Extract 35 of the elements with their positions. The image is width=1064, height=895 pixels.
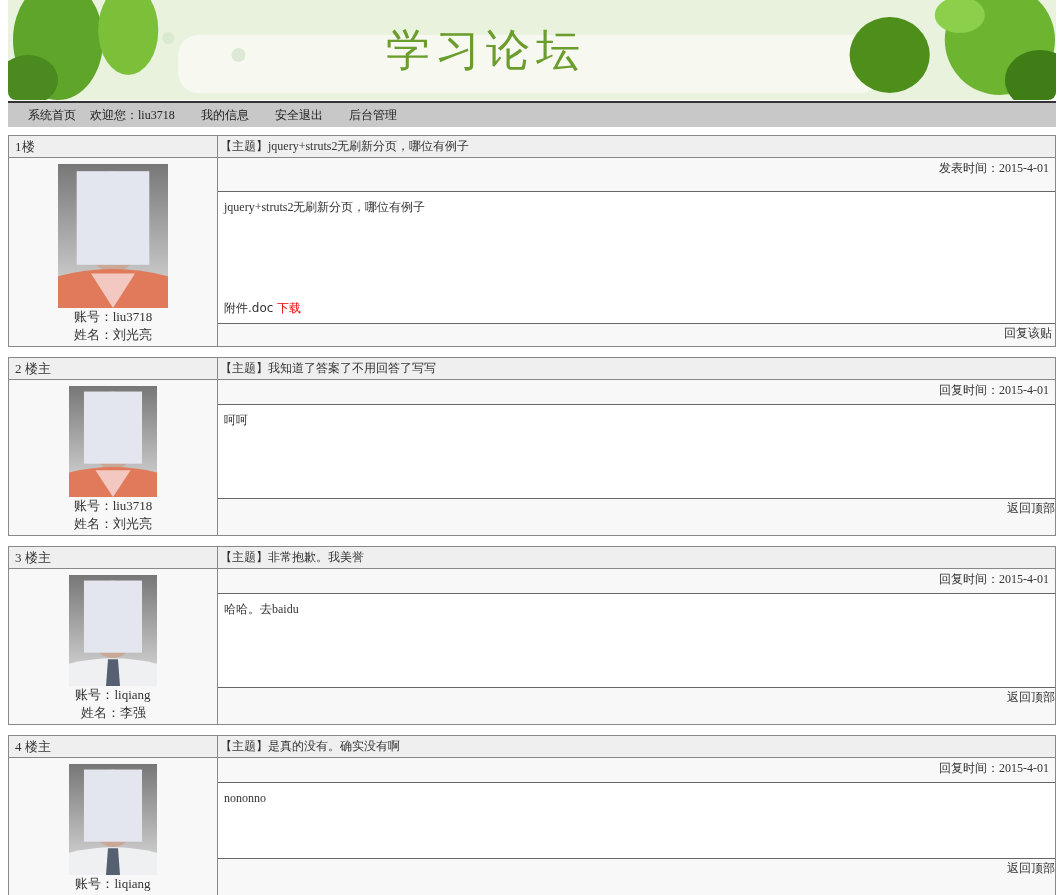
nav-link[interactable]: 我的信息 xyxy=(200,106,249,124)
back-to-top-link[interactable]: 返回顶部 xyxy=(1007,688,1055,706)
post-time: 回复时间：2015-4-01 xyxy=(939,382,1049,399)
floor-label: 3 楼主 xyxy=(9,547,218,569)
post-body: 哈哈。去baidu xyxy=(224,601,300,618)
download-link[interactable]: 下载 xyxy=(277,299,302,317)
name-label: 姓名：刘光亮 xyxy=(74,515,152,533)
attachment-name: 附件.doc xyxy=(224,300,274,317)
nav-link[interactable]: 欢迎您：liu3718 xyxy=(90,106,175,124)
back-to-top-link[interactable]: 返回顶部 xyxy=(1007,859,1055,877)
post-time: 回复时间：2015-4-01 xyxy=(939,571,1049,588)
back-to-top-link[interactable]: 返回顶部 xyxy=(1007,499,1055,517)
floor-label: 4 楼主 xyxy=(9,736,218,758)
account-label: 账号：liqiang xyxy=(75,686,151,704)
nav-link[interactable]: 安全退出 xyxy=(274,106,323,124)
post-subject: 【主题】jquery+struts2无刷新分页，哪位有例子 xyxy=(218,136,1055,158)
post-subject: 【主题】是真的没有。确实没有啊 xyxy=(218,736,1055,758)
post-body: nononno xyxy=(224,790,267,807)
post-time: 发表时间：2015-4-01 xyxy=(939,160,1049,177)
site-title: 学习论坛 xyxy=(386,28,586,72)
post-body: jquery+struts2无刷新分页，哪位有例子 xyxy=(224,199,427,216)
account-label: 账号：liqiang xyxy=(75,875,151,893)
post-subject: 【主题】我知道了答案了不用回答了写写 xyxy=(218,358,1055,380)
floor-label: 2 楼主 xyxy=(9,358,218,380)
nav-link[interactable]: 后台管理 xyxy=(348,106,397,124)
name-label: 姓名：刘光亮 xyxy=(74,326,152,344)
post-body: 呵呵 xyxy=(224,412,249,429)
post-time: 回复时间：2015-4-01 xyxy=(939,760,1049,777)
post-subject: 【主题】非常抱歉。我美誉 xyxy=(218,547,1055,569)
reply-link[interactable]: 回复该贴 xyxy=(1004,324,1052,342)
account-label: 账号：liu3718 xyxy=(73,497,153,515)
name-label: 姓名：李强 xyxy=(80,704,146,722)
account-label: 账号：liu3718 xyxy=(73,308,153,326)
floor-label: 1楼 xyxy=(9,136,218,158)
nav-link[interactable]: 系统首页 xyxy=(28,106,76,124)
